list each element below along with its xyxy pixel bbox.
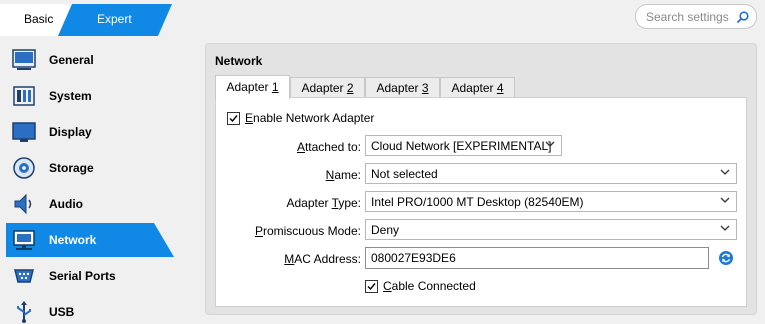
adapter-type-label: Adapter Type: bbox=[286, 196, 361, 210]
tab-adapter-1[interactable]: Adapter 1 bbox=[215, 75, 290, 99]
cable-connected-label: Cable Connected bbox=[383, 279, 476, 293]
cable-connected-checkbox[interactable] bbox=[365, 280, 378, 293]
sidebar-item-label: Network bbox=[49, 233, 97, 247]
serial-ports-icon bbox=[12, 264, 36, 288]
network-icon bbox=[12, 228, 36, 252]
general-icon bbox=[12, 48, 36, 72]
chevron-down-icon bbox=[720, 197, 730, 203]
mac-address-field[interactable]: 080027E93DE6 bbox=[365, 247, 709, 269]
network-group: Network Adapter 1 Adapter 2 Adapter 3 Ad… bbox=[205, 43, 757, 315]
checkmark-icon bbox=[367, 283, 376, 291]
attached-to-value: Cloud Network [EXPERIMENTAL] bbox=[371, 139, 552, 153]
sidebar-item-network[interactable]: Network bbox=[0, 222, 200, 258]
display-icon bbox=[12, 120, 36, 144]
search-icon[interactable] bbox=[736, 10, 750, 24]
name-label: Name: bbox=[325, 168, 361, 182]
sidebar-item-label: Display bbox=[49, 125, 92, 139]
settings-sidebar: General System Display Storage Audio Net… bbox=[0, 42, 200, 324]
attached-to-select[interactable]: Cloud Network [EXPERIMENTAL] bbox=[365, 135, 562, 156]
system-icon bbox=[12, 84, 36, 108]
sidebar-item-storage[interactable]: Storage bbox=[0, 150, 200, 186]
promiscuous-mode-value: Deny bbox=[371, 223, 400, 237]
storage-icon bbox=[12, 156, 36, 180]
sidebar-item-label: Audio bbox=[49, 197, 83, 211]
mac-address-label: MAC Address: bbox=[284, 252, 361, 266]
basic-mode-button[interactable]: Basic bbox=[24, 12, 53, 26]
sidebar-item-general[interactable]: General bbox=[0, 42, 200, 78]
chevron-down-icon bbox=[545, 141, 555, 147]
adapter-panel: Enable Network Adapter Attached to: Clou… bbox=[215, 97, 747, 307]
generate-mac-button[interactable] bbox=[718, 250, 734, 266]
sidebar-item-label: General bbox=[49, 53, 94, 67]
sidebar-item-display[interactable]: Display bbox=[0, 114, 200, 150]
sidebar-item-audio[interactable]: Audio bbox=[0, 186, 200, 222]
name-select[interactable]: Not selected bbox=[365, 163, 737, 184]
promiscuous-mode-select[interactable]: Deny bbox=[365, 219, 737, 240]
audio-icon bbox=[12, 192, 36, 216]
expert-mode-button[interactable]: Expert bbox=[97, 12, 132, 26]
sidebar-item-label: USB bbox=[49, 305, 75, 319]
name-value: Not selected bbox=[371, 167, 438, 181]
search-input[interactable] bbox=[646, 9, 734, 25]
mac-address-value: 080027E93DE6 bbox=[371, 251, 456, 265]
chevron-down-icon bbox=[720, 225, 730, 231]
search-box[interactable] bbox=[635, 4, 757, 29]
enable-adapter-label: Enable Network Adapter bbox=[245, 111, 375, 125]
mode-switch: Basic Expert bbox=[0, 4, 172, 36]
enable-adapter-checkbox[interactable] bbox=[227, 112, 240, 125]
checkmark-icon bbox=[229, 115, 238, 123]
tab-adapter-2[interactable]: Adapter 2 bbox=[290, 77, 365, 98]
adapter-type-select[interactable]: Intel PRO/1000 MT Desktop (82540EM) bbox=[365, 191, 737, 212]
sidebar-item-serial-ports[interactable]: Serial Ports bbox=[0, 258, 200, 294]
tab-adapter-4[interactable]: Adapter 4 bbox=[440, 77, 515, 98]
sidebar-item-label: Storage bbox=[49, 161, 94, 175]
attached-to-label: Attached to: bbox=[296, 140, 361, 154]
sidebar-item-label: System bbox=[49, 89, 92, 103]
tab-adapter-3[interactable]: Adapter 3 bbox=[365, 77, 440, 98]
group-title: Network bbox=[215, 54, 263, 68]
sidebar-item-label: Serial Ports bbox=[49, 269, 116, 283]
promiscuous-mode-label: Promiscuous Mode: bbox=[254, 224, 361, 238]
adapter-type-value: Intel PRO/1000 MT Desktop (82540EM) bbox=[371, 195, 584, 209]
sidebar-item-usb[interactable]: USB bbox=[0, 294, 200, 324]
usb-icon bbox=[12, 300, 36, 324]
chevron-down-icon bbox=[720, 169, 730, 175]
sidebar-item-system[interactable]: System bbox=[0, 78, 200, 114]
refresh-icon bbox=[719, 251, 733, 265]
